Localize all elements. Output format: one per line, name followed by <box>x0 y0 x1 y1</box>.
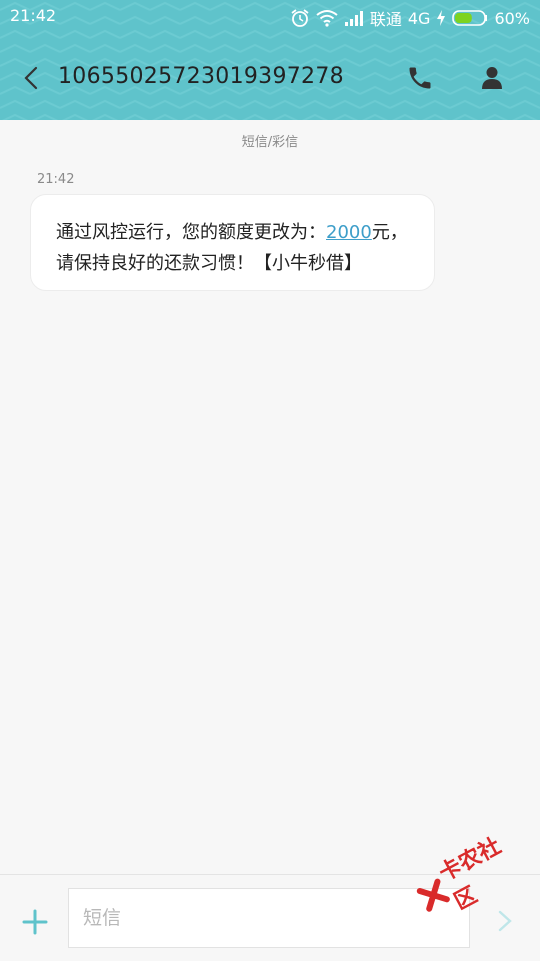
message-timestamp: 21:42 <box>37 172 75 187</box>
channel-label: 短信/彩信 <box>241 135 299 150</box>
app-header: 21:42 联通 4G 60% 10655025723019397278 <box>0 0 540 120</box>
network-type: 4G <box>407 8 431 28</box>
status-bar: 21:42 联通 4G 60% <box>0 0 540 32</box>
plus-icon[interactable] <box>20 907 50 937</box>
message-input-box[interactable] <box>68 888 470 948</box>
phone-icon[interactable] <box>404 62 436 94</box>
battery-percent: 60% <box>494 8 530 28</box>
battery-icon <box>452 10 488 26</box>
conversation-phone-number: 10655025723019397278 <box>58 64 344 89</box>
message-text-prefix: 通过风控运行，您的额度更改为： <box>56 222 326 243</box>
contact-icon[interactable] <box>477 62 507 94</box>
message-line-1: 通过风控运行，您的额度更改为：2000元， <box>56 218 408 244</box>
amount-link[interactable]: 2000 <box>326 222 372 243</box>
message-line-2: 请保持良好的还款习惯！【小牛秒借】 <box>56 253 362 274</box>
wifi-icon <box>316 9 338 27</box>
alarm-icon <box>290 8 310 28</box>
message-bubble[interactable]: 通过风控运行，您的额度更改为：2000元， 请保持良好的还款习惯！【小牛秒借】 <box>30 194 435 291</box>
carrier-name: 联通 <box>369 10 402 29</box>
signal-icon <box>344 10 364 26</box>
message-input[interactable] <box>69 889 469 947</box>
back-icon[interactable] <box>20 62 44 94</box>
send-icon[interactable] <box>495 909 515 933</box>
message-text-suffix: 元， <box>371 222 408 243</box>
status-time: 21:42 <box>10 6 57 25</box>
charging-icon <box>436 10 446 26</box>
